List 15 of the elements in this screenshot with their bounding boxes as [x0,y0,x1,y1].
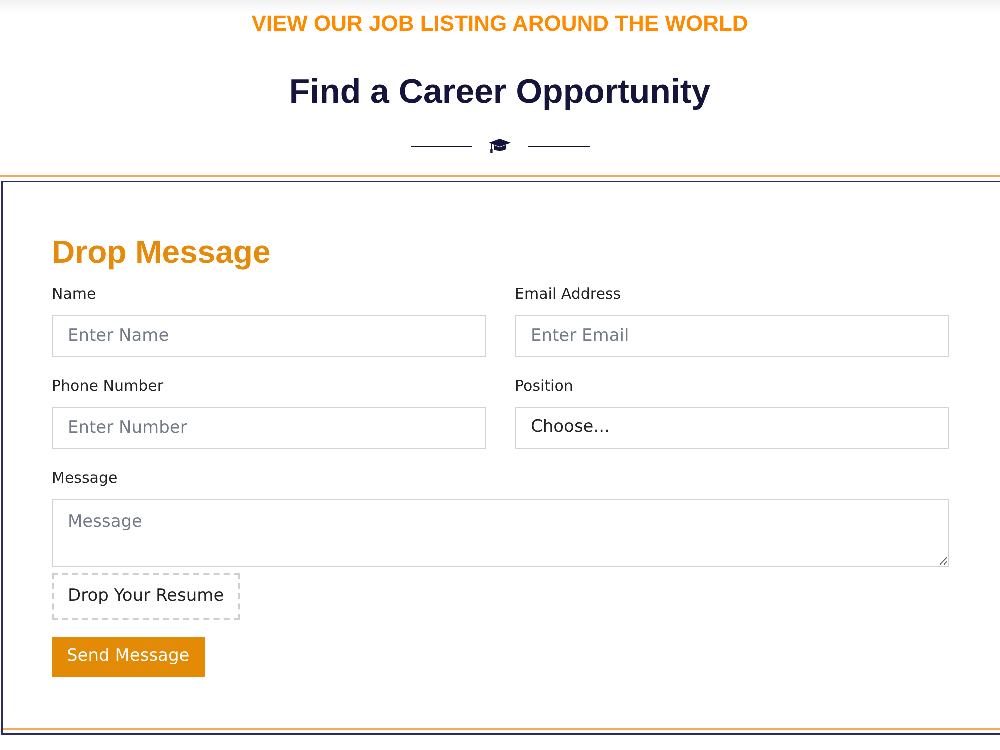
section-title: Find a Career Opportunity [289,72,711,112]
select-field[interactable]: Choose... [515,407,949,449]
textarea-field[interactable]: Message [52,499,949,567]
field-label: Email Address [515,284,622,304]
resume-drop-zone[interactable]: Drop Your Resume [52,573,240,620]
input-field[interactable]: Enter Number [52,407,486,449]
field-label: Name [52,284,98,304]
form-title: Drop Message [52,233,272,272]
input-field[interactable]: Enter Name [52,315,486,357]
section-eyebrow: VIEW OUR JOB LISTING AROUND THE WORLD [252,11,748,37]
graduation-cap-icon [488,139,510,153]
field-label: Position [515,376,574,396]
field-label: Message [52,468,119,488]
input-field[interactable]: Enter Email [515,315,949,357]
field-label: Phone Number [52,376,164,396]
